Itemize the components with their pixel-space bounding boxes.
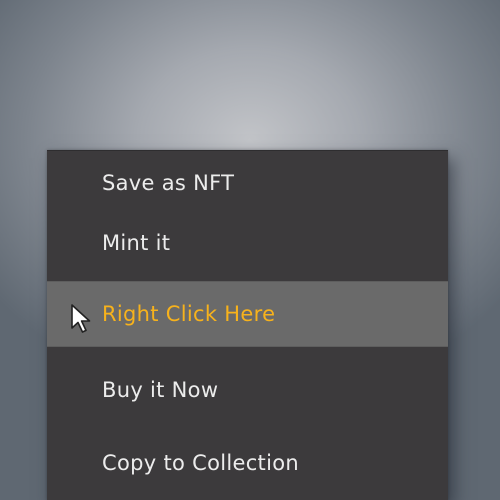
menu-item-right-click-here[interactable]: Right Click Here [47, 281, 448, 347]
menu-item-label: Buy it Now [102, 378, 219, 402]
menu-item-mint-it[interactable]: Mint it [47, 219, 448, 267]
context-menu: Save as NFT Mint it Right Click Here Buy… [47, 150, 448, 500]
menu-item-save-as-nft[interactable]: Save as NFT [47, 159, 448, 207]
mouse-pointer-icon [71, 304, 91, 333]
menu-item-label: Copy to Collection [102, 451, 299, 475]
menu-item-label: Mint it [102, 231, 171, 255]
menu-item-copy-to-collection[interactable]: Copy to Collection [47, 439, 448, 487]
menu-item-label: Right Click Here [102, 302, 276, 326]
menu-item-buy-it-now[interactable]: Buy it Now [47, 366, 448, 414]
menu-item-label: Save as NFT [102, 171, 235, 195]
